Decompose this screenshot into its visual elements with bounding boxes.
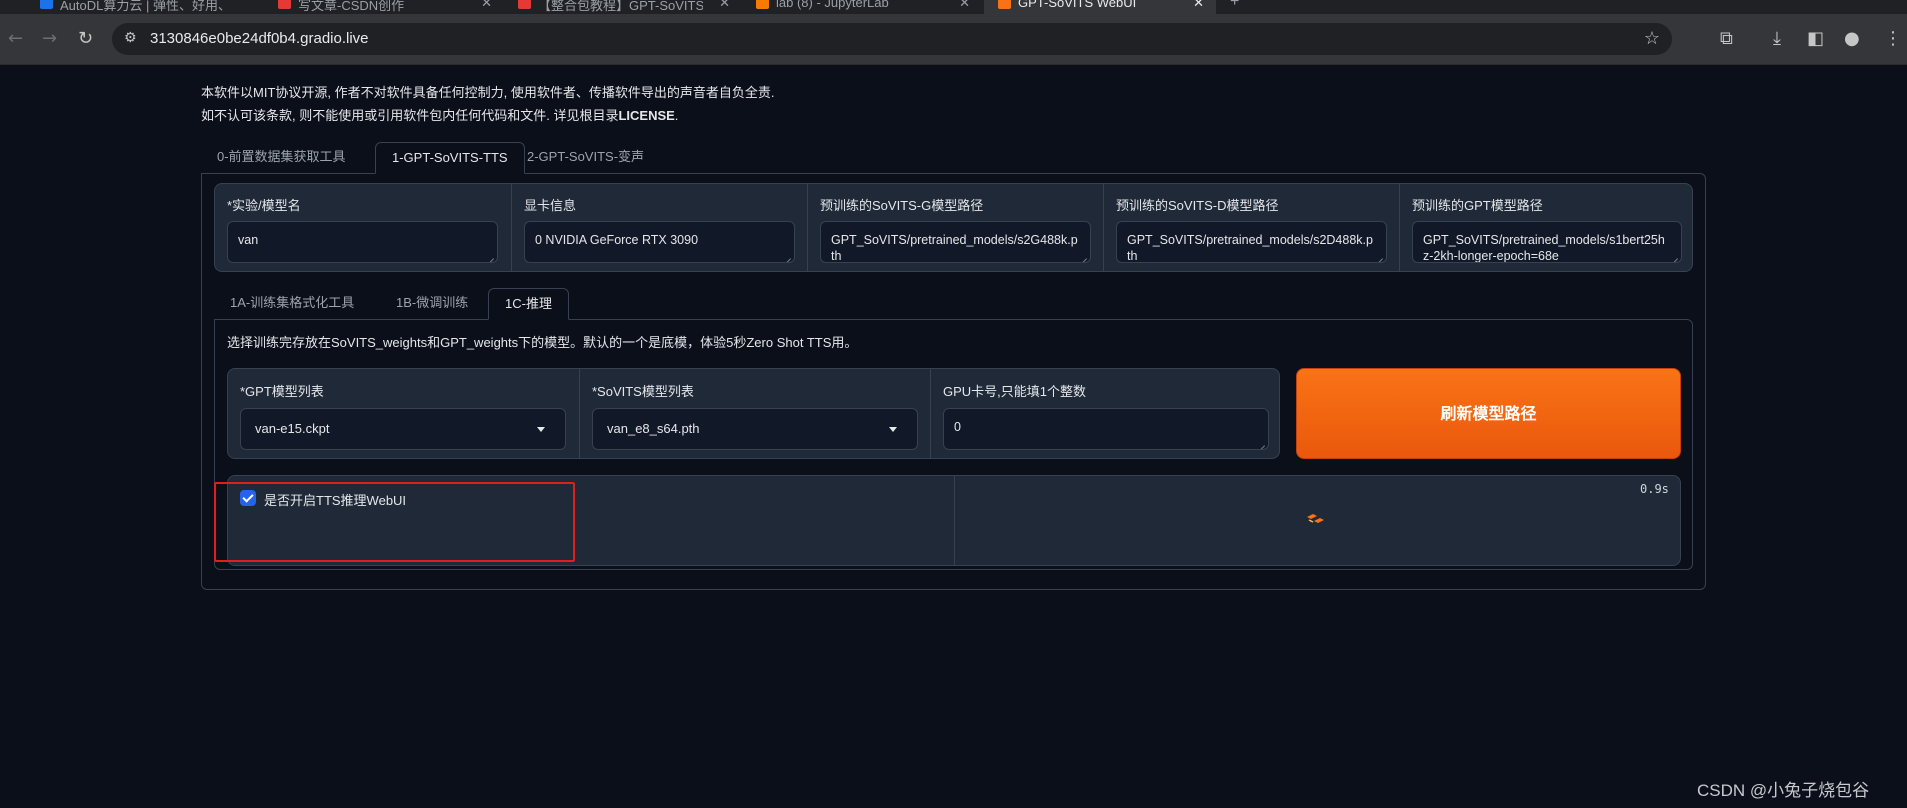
favicon-icon bbox=[40, 0, 53, 9]
back-icon[interactable]: ← bbox=[8, 30, 23, 48]
chevron-down-icon bbox=[889, 427, 897, 432]
gpt-path-field: 预训练的GPT模型路径 GPT_SoVITS/pretrained_models… bbox=[1399, 184, 1692, 271]
gpt-model-dropdown[interactable]: van-e15.ckpt bbox=[240, 408, 566, 450]
favicon-icon bbox=[278, 0, 291, 9]
field-label: 显卡信息 bbox=[524, 198, 577, 213]
close-tab-icon[interactable]: ✕ bbox=[481, 0, 492, 11]
tab-dataset-format[interactable]: 1A-训练集格式化工具 bbox=[214, 288, 370, 320]
browser-tab-title: GPT-SoVITS WebUI bbox=[1018, 0, 1137, 10]
disclaimer-text: 如不认可该条款, 则不能使用或引用软件包内任何代码和文件. 详见根目录 bbox=[201, 108, 619, 123]
field-label: 预训练的GPT模型路径 bbox=[1412, 198, 1543, 213]
resize-handle-icon[interactable] bbox=[1079, 251, 1087, 259]
gpu-number-field: GPU卡号,只能填1个整数 0 bbox=[930, 369, 1279, 458]
gpu-info-input[interactable]: 0 NVIDIA GeForce RTX 3090 bbox=[524, 221, 795, 263]
gpt-model-field: *GPT模型列表 van-e15.ckpt bbox=[228, 369, 579, 458]
favicon-icon bbox=[518, 0, 531, 9]
sovits-d-path-field: 预训练的SoVITS-D模型路径 GPT_SoVITS/pretrained_m… bbox=[1103, 184, 1399, 271]
sovits-model-dropdown[interactable]: van_e8_s64.pth bbox=[592, 408, 918, 450]
license-disclaimer: 本软件以MIT协议开源, 作者不对软件具备任何控制力, 使用软件者、传播软件导出… bbox=[201, 81, 774, 127]
url-text[interactable]: 3130846e0be24df0b4.gradio.live bbox=[150, 30, 369, 47]
close-tab-icon[interactable]: ✕ bbox=[1193, 0, 1204, 11]
browser-tab-csdn-write[interactable]: 写文章-CSDN创作 ✕ bbox=[264, 0, 504, 14]
disclaimer-line-2: 如不认可该条款, 则不能使用或引用软件包内任何代码和文件. 详见根目录LICEN… bbox=[201, 104, 774, 127]
inference-description: 选择训练完存放在SoVITS_weights和GPT_weights下的模型。默… bbox=[227, 335, 858, 350]
dropdown-value: van_e8_s64.pth bbox=[607, 421, 700, 436]
tab-gpt-sovits-tts[interactable]: 1-GPT-SoVITS-TTS bbox=[375, 142, 525, 174]
close-tab-icon[interactable]: ✕ bbox=[959, 0, 970, 11]
field-label: *GPT模型列表 bbox=[240, 384, 324, 399]
browser-tab-title: AutoDL算力云 | 弹性、好用、 bbox=[60, 0, 231, 13]
browser-tab-title: 【整合包教程】GPT-SoVITS从 bbox=[538, 0, 703, 13]
browser-tab-title: lab (8) - JupyterLab bbox=[776, 0, 889, 10]
chevron-down-icon bbox=[537, 427, 545, 432]
experiment-name-field: *实验/模型名 van bbox=[215, 184, 511, 271]
loading-spinner-icon bbox=[1307, 514, 1324, 523]
elapsed-time: 0.9s bbox=[1640, 482, 1669, 496]
field-label: 预训练的SoVITS-D模型路径 bbox=[1116, 198, 1279, 213]
tab-finetune[interactable]: 1B-微调训练 bbox=[380, 288, 484, 320]
browser-toolbar: ← → ↻ ⚙ 3130846e0be24df0b4.gradio.live ☆… bbox=[0, 14, 1907, 65]
browser-tab-title: 写文章-CSDN创作 bbox=[298, 0, 405, 13]
side-panel-icon[interactable]: ◧ bbox=[1807, 30, 1824, 48]
tab-voice-conversion[interactable]: 2-GPT-SoVITS-变声 bbox=[511, 142, 660, 174]
menu-icon[interactable]: ⋮ bbox=[1884, 30, 1902, 48]
tab-dataset-tools[interactable]: 0-前置数据集获取工具 bbox=[201, 142, 362, 174]
input-value: GPT_SoVITS/pretrained_models/s1bert25hz-… bbox=[1423, 233, 1665, 263]
sovits-g-path-field: 预训练的SoVITS-G模型路径 GPT_SoVITS/pretrained_m… bbox=[807, 184, 1103, 271]
input-value: GPT_SoVITS/pretrained_models/s2G488k.pth bbox=[831, 233, 1078, 263]
forward-icon[interactable]: → bbox=[42, 30, 57, 48]
gpu-info-field: 显卡信息 0 NVIDIA GeForce RTX 3090 bbox=[511, 184, 807, 271]
new-tab-button[interactable]: + bbox=[1222, 0, 1252, 14]
disclaimer-line-1: 本软件以MIT协议开源, 作者不对软件具备任何控制力, 使用软件者、传播软件导出… bbox=[201, 85, 775, 100]
license-text: LICENSE bbox=[618, 108, 675, 123]
browser-tab-jupyterlab[interactable]: lab (8) - JupyterLab ✕ bbox=[742, 0, 982, 14]
sovits-d-path-input[interactable]: GPT_SoVITS/pretrained_models/s2D488k.pth bbox=[1116, 221, 1387, 263]
resize-handle-icon[interactable] bbox=[1257, 438, 1265, 446]
tab-inference[interactable]: 1C-推理 bbox=[488, 288, 569, 320]
download-icon[interactable]: ⤓ bbox=[1773, 30, 1781, 48]
favicon-icon bbox=[998, 0, 1011, 9]
address-bar[interactable]: ⚙ 3130846e0be24df0b4.gradio.live ☆ bbox=[112, 23, 1672, 55]
profile-icon[interactable]: ● bbox=[1844, 30, 1860, 48]
extensions-icon[interactable]: ⧉ bbox=[1720, 30, 1733, 48]
plus-icon: + bbox=[1230, 0, 1240, 10]
model-select-row: *GPT模型列表 van-e15.ckpt *SoVITS模型列表 van_e8… bbox=[227, 368, 1280, 459]
dropdown-value: van-e15.ckpt bbox=[255, 421, 330, 436]
browser-tab-gpt-sovits[interactable]: GPT-SoVITS WebUI ✕ bbox=[984, 0, 1216, 14]
browser-tab-tutorial[interactable]: 【整合包教程】GPT-SoVITS从 ✕ bbox=[504, 0, 742, 14]
close-tab-icon[interactable]: ✕ bbox=[719, 0, 730, 11]
gpu-number-input[interactable]: 0 bbox=[943, 408, 1269, 450]
browser-tab-autodl[interactable]: AutoDL算力云 | 弹性、好用、 bbox=[26, 0, 264, 14]
field-label: GPU卡号,只能填1个整数 bbox=[943, 384, 1087, 399]
field-label: 预训练的SoVITS-G模型路径 bbox=[820, 198, 984, 213]
resize-handle-icon[interactable] bbox=[783, 251, 791, 259]
gpt-path-input[interactable]: GPT_SoVITS/pretrained_models/s1bert25hz-… bbox=[1412, 221, 1682, 263]
site-info-icon[interactable]: ⚙ bbox=[124, 30, 137, 46]
field-label: *实验/模型名 bbox=[227, 198, 301, 213]
sovits-g-path-input[interactable]: GPT_SoVITS/pretrained_models/s2G488k.pth bbox=[820, 221, 1091, 263]
input-value: van bbox=[238, 233, 259, 247]
sovits-model-field: *SoVITS模型列表 van_e8_s64.pth bbox=[579, 369, 930, 458]
csdn-watermark: CSDN @小兔子烧包谷 bbox=[1697, 781, 1870, 800]
resize-handle-icon[interactable] bbox=[1375, 251, 1383, 259]
disclaimer-period: . bbox=[674, 108, 679, 123]
highlight-annotation-box bbox=[214, 482, 575, 562]
favicon-icon bbox=[756, 0, 769, 9]
resize-handle-icon[interactable] bbox=[1670, 251, 1678, 259]
input-value: 0 bbox=[954, 420, 961, 434]
bookmark-star-icon[interactable]: ☆ bbox=[1644, 28, 1660, 49]
experiment-name-input[interactable]: van bbox=[227, 221, 498, 263]
input-value: 0 NVIDIA GeForce RTX 3090 bbox=[535, 233, 699, 247]
resize-handle-icon[interactable] bbox=[486, 251, 494, 259]
browser-tab-strip: AutoDL算力云 | 弹性、好用、 写文章-CSDN创作 ✕ 【整合包教程】G… bbox=[0, 0, 1907, 14]
input-value: GPT_SoVITS/pretrained_models/s2D488k.pth bbox=[1127, 233, 1373, 263]
refresh-model-paths-button[interactable]: 刷新模型路径 bbox=[1296, 368, 1681, 459]
field-label: *SoVITS模型列表 bbox=[592, 384, 694, 399]
reload-icon[interactable]: ↻ bbox=[78, 30, 93, 48]
model-config-row: *实验/模型名 van 显卡信息 0 NVIDIA GeForce RTX 30… bbox=[214, 183, 1693, 272]
